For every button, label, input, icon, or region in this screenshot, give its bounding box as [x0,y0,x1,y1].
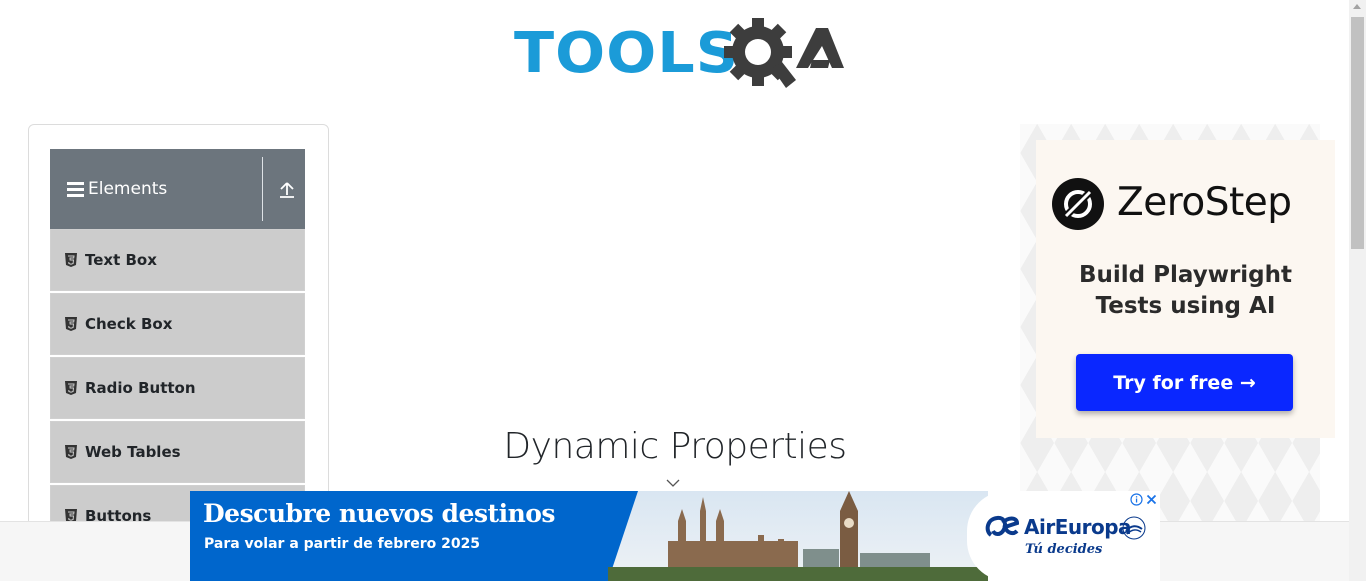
header-divider [262,157,263,221]
ad-airline-tagline: Tú decides [1025,542,1103,557]
ad-tagline-line2: Tests using AI [1095,293,1276,319]
ad-brand-name: ZeroStep [1117,180,1292,225]
hamburger-icon [67,181,84,197]
scroll-up-arrow-icon[interactable] [1353,4,1361,9]
elements-group-header[interactable]: Elements [50,149,305,229]
toolsqa-logo[interactable]: TOOLS [514,16,844,92]
close-icon[interactable] [1145,493,1158,506]
html5-icon [65,445,77,459]
html5-icon [65,381,77,395]
sidebar-item-label: Radio Button [85,379,196,397]
sidebar-item-radio-button[interactable]: Radio Button [50,357,305,419]
group-title: Elements [88,179,168,199]
html5-icon [65,317,77,331]
vertical-scrollbar[interactable] [1349,0,1366,581]
london-skyline-image [608,491,988,581]
sidebar-item-text-box[interactable]: Text Box [50,229,305,291]
zerostep-logo-icon [1052,178,1104,230]
ad-subline: Para volar a partir de febrero 2025 [204,536,481,552]
sidebar-item-label: Web Tables [85,443,181,461]
aireuropa-ad[interactable]: Descubre nuevos destinos Para volar a pa… [190,491,1160,581]
logo-qa-gear-icon [724,18,844,88]
page-title: Dynamic Properties [503,426,847,467]
try-for-free-button[interactable]: Try for free → [1076,354,1293,411]
ad-tagline-line1: Build Playwright [1079,262,1292,288]
html5-icon [65,253,77,267]
aireuropa-logo-icon [985,515,1019,537]
sidebar-item-label: Text Box [85,251,157,269]
logo-tools-text: TOOLS [514,21,740,86]
upload-arrow-icon[interactable] [276,179,298,201]
scroll-thumb[interactable] [1351,17,1364,249]
page: TOOLS Elements Text Box Check Box Radio … [0,0,1366,581]
zerostep-ad[interactable]: ZeroStep Build Playwright Tests using AI… [1036,140,1335,438]
chevron-down-icon[interactable] [666,478,680,488]
ad-headline: Descubre nuevos destinos [203,499,556,528]
ad-airline-name: AirEuropa [1024,515,1132,539]
ad-tagline: Build Playwright Tests using AI [1036,260,1335,322]
sidebar-item-check-box[interactable]: Check Box [50,293,305,355]
skyteam-seal-icon [1122,516,1146,540]
sidebar-item-web-tables[interactable]: Web Tables [50,421,305,483]
info-icon[interactable] [1130,493,1143,506]
sidebar-item-label: Check Box [85,315,173,333]
